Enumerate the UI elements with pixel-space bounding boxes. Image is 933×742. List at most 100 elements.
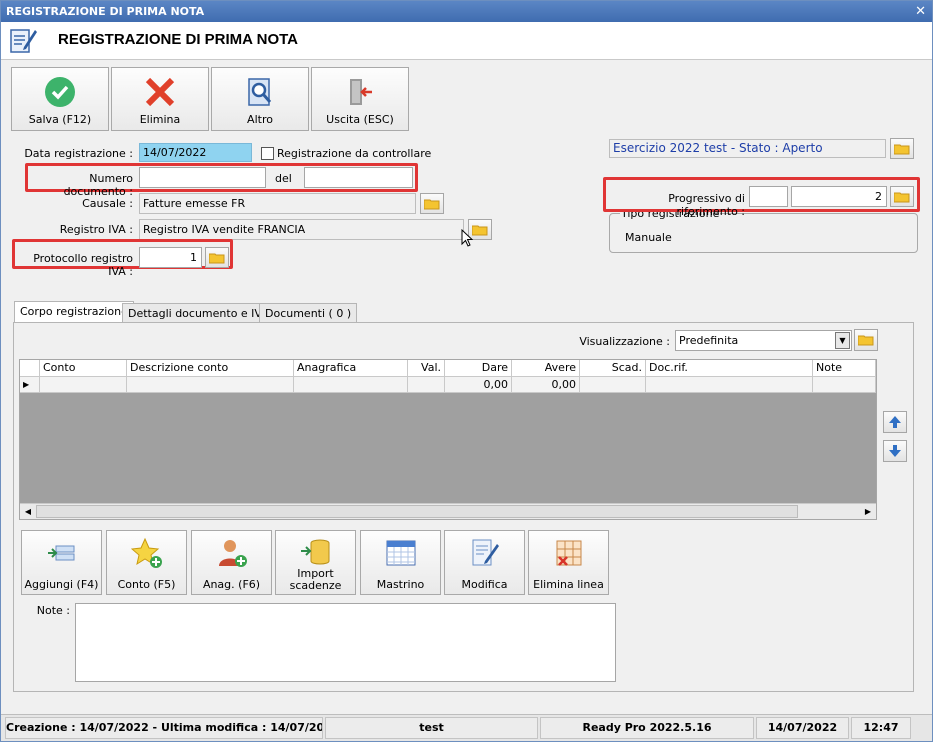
visualizzazione-label: Visualizzazione : <box>579 335 670 348</box>
numero-documento-input[interactable] <box>139 167 266 188</box>
row-indicator-icon: ▶ <box>20 377 40 393</box>
edit-document-icon <box>472 539 499 566</box>
folder-icon <box>858 335 874 346</box>
folder-icon <box>894 192 910 202</box>
title-bar: REGISTRAZIONE DI PRIMA NOTA ✕ <box>1 1 932 22</box>
status-dates: Creazione : 14/07/2022 - Ultima modifica… <box>5 717 323 739</box>
data-registrazione-label: Data registrazione : <box>24 147 133 160</box>
cell-doc-rif[interactable] <box>646 377 813 393</box>
aggiungi-button[interactable]: Aggiungi (F4) <box>21 530 102 595</box>
mastrino-button[interactable]: Mastrino <box>360 530 441 595</box>
col-avere[interactable]: Avere <box>512 360 580 377</box>
cell-val[interactable] <box>408 377 445 393</box>
cell-conto[interactable] <box>40 377 127 393</box>
protocollo-lookup-button[interactable] <box>205 247 229 268</box>
registro-iva-label: Registro IVA : <box>59 223 133 236</box>
cell-avere[interactable]: 0,00 <box>512 377 580 393</box>
del-date-input[interactable] <box>304 167 413 188</box>
col-conto[interactable]: Conto <box>40 360 127 377</box>
calendar-ledger-icon <box>386 540 415 566</box>
entries-grid[interactable]: Conto Descrizione conto Anagrafica Val. … <box>19 359 877 520</box>
progressivo-lookup-button[interactable] <box>890 186 914 207</box>
status-version: Ready Pro 2022.5.16 <box>540 717 754 739</box>
causale-field[interactable]: Fatture emesse FR <box>139 193 416 214</box>
cell-anagrafica[interactable] <box>294 377 408 393</box>
causale-lookup-button[interactable] <box>420 193 444 214</box>
del-label: del <box>275 172 292 185</box>
progressivo-input-1[interactable] <box>749 186 788 207</box>
exit-button[interactable]: Uscita (ESC) <box>311 67 409 131</box>
esercizio-status-field: Esercizio 2022 test - Stato : Aperto <box>609 139 886 158</box>
add-row-icon <box>47 545 74 561</box>
scroll-thumb[interactable] <box>36 505 798 518</box>
import-scadenze-button[interactable]: Import scadenze <box>275 530 356 595</box>
dropdown-arrow-icon[interactable]: ▼ <box>835 332 850 349</box>
col-doc-rif[interactable]: Doc.rif. <box>646 360 813 377</box>
arrow-down-icon <box>889 445 901 457</box>
delete-button-label: Elimina <box>139 113 181 126</box>
cell-descrizione[interactable] <box>127 377 294 393</box>
arrow-up-icon <box>889 416 901 428</box>
col-dare[interactable]: Dare <box>445 360 512 377</box>
exit-button-label: Uscita (ESC) <box>326 113 394 126</box>
scroll-left-icon[interactable]: ◀ <box>20 504 36 519</box>
col-val[interactable]: Val. <box>408 360 445 377</box>
mastrino-label: Mastrino <box>376 578 425 591</box>
conto-button[interactable]: Conto (F5) <box>106 530 187 595</box>
tab-dettagli-documento[interactable]: Dettagli documento e IVA <box>122 303 275 323</box>
protocollo-input[interactable]: 1 <box>139 247 202 268</box>
elimina-linea-label: Elimina linea <box>533 578 604 591</box>
other-button[interactable]: Altro <box>211 67 309 131</box>
col-note[interactable]: Note <box>813 360 876 377</box>
delete-button[interactable]: Elimina <box>111 67 209 131</box>
cell-scad[interactable] <box>580 377 646 393</box>
delete-row-icon <box>556 540 581 566</box>
header-band: REGISTRAZIONE DI PRIMA NOTA <box>1 22 932 60</box>
col-anagrafica[interactable]: Anagrafica <box>294 360 408 377</box>
other-button-label: Altro <box>247 113 273 126</box>
grid-horizontal-scrollbar[interactable]: ◀ ▶ <box>20 503 876 519</box>
checkmark-icon <box>45 77 75 107</box>
cell-note[interactable] <box>813 377 876 393</box>
tab-documenti[interactable]: Documenti ( 0 ) <box>259 303 358 323</box>
database-import-icon <box>300 539 329 565</box>
search-document-icon <box>248 78 272 106</box>
save-button[interactable]: Salva (F12) <box>11 67 109 131</box>
anag-label: Anag. (F6) <box>202 578 261 591</box>
anag-button[interactable]: Anag. (F6) <box>191 530 272 595</box>
col-scad[interactable]: Scad. <box>580 360 646 377</box>
esercizio-lookup-button[interactable] <box>890 138 914 159</box>
folder-icon <box>424 199 440 209</box>
registro-iva-field[interactable]: Registro IVA vendite FRANCIA <box>139 219 464 240</box>
folder-icon <box>209 253 225 263</box>
da-controllare-checkbox[interactable] <box>261 147 274 160</box>
delete-x-icon <box>145 77 175 107</box>
visualizzazione-lookup-button[interactable] <box>854 329 878 351</box>
visualizzazione-value: Predefinita <box>679 334 739 347</box>
col-descrizione-conto[interactable]: Descrizione conto <box>127 360 294 377</box>
star-add-icon <box>130 537 162 568</box>
numero-documento-label: Numero documento : <box>63 172 133 198</box>
import-label-line2: scadenze <box>289 579 342 592</box>
move-up-button[interactable] <box>883 411 907 433</box>
note-textarea[interactable] <box>75 603 616 682</box>
save-button-label: Salva (F12) <box>28 113 92 126</box>
status-time: 12:47 <box>851 717 911 739</box>
window: REGISTRAZIONE DI PRIMA NOTA ✕ REGISTRAZI… <box>0 0 933 742</box>
cell-dare[interactable]: 0,00 <box>445 377 512 393</box>
scroll-right-icon[interactable]: ▶ <box>860 504 876 519</box>
visualizzazione-select[interactable]: Predefinita ▼ <box>675 330 852 351</box>
modifica-button[interactable]: Modifica <box>444 530 525 595</box>
close-icon[interactable]: ✕ <box>915 1 926 22</box>
tab-corpo-registrazione[interactable]: Corpo registrazione <box>14 301 134 323</box>
elimina-linea-button[interactable]: Elimina linea <box>528 530 609 595</box>
progressivo-input-2[interactable]: 2 <box>791 186 887 207</box>
data-registrazione-field[interactable]: 14/07/2022 <box>139 143 252 162</box>
status-date: 14/07/2022 <box>756 717 849 739</box>
exit-door-icon <box>350 79 372 105</box>
tipo-registrazione-group: Tipo registrazione Manuale <box>609 207 918 253</box>
note-label: Note : <box>36 604 70 617</box>
status-database: test <box>325 717 538 739</box>
move-down-button[interactable] <box>883 440 907 462</box>
window-title: REGISTRAZIONE DI PRIMA NOTA <box>6 5 205 18</box>
